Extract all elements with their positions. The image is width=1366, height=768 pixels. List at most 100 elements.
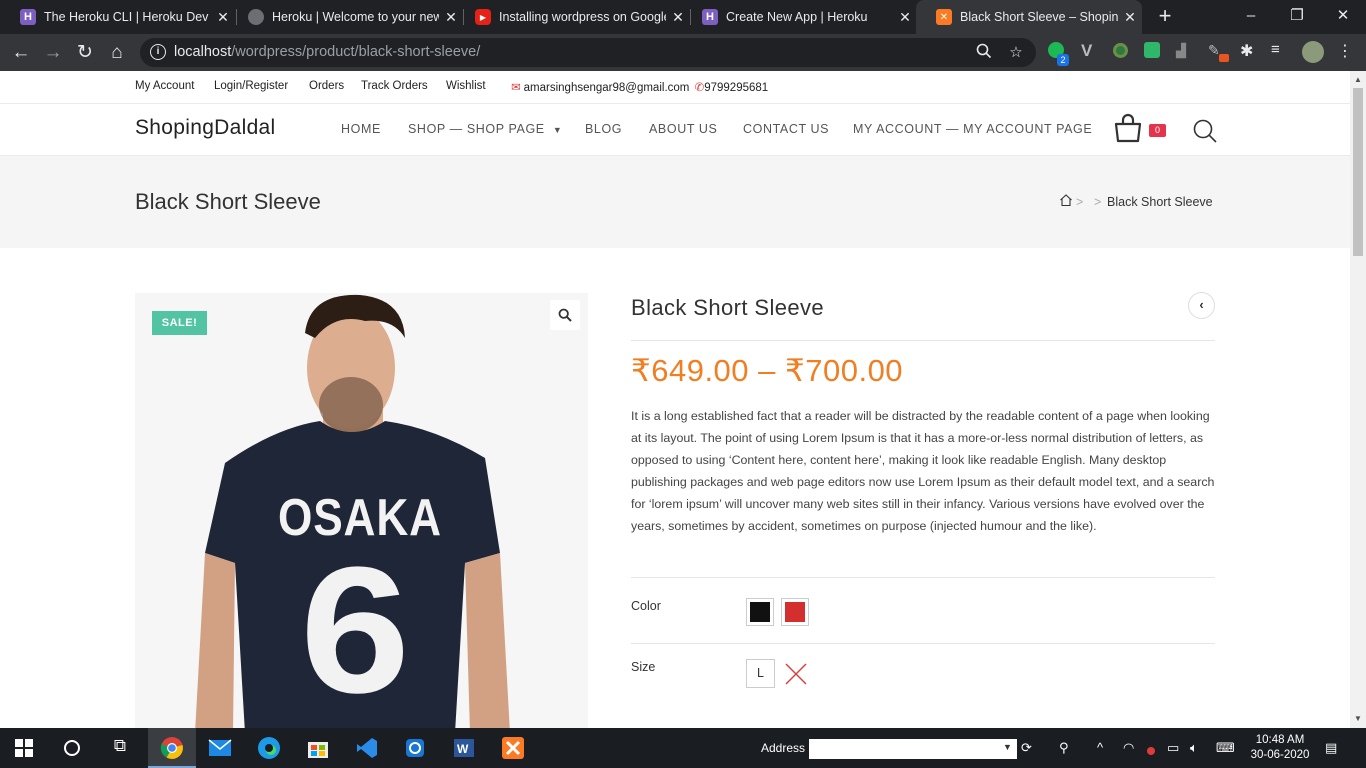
scrollbar-thumb[interactable] <box>1353 88 1363 256</box>
nav-shop[interactable]: SHOP — SHOP PAGE ▼ <box>408 122 562 136</box>
puzzle-extensions-icon[interactable]: ✱ <box>1240 41 1253 61</box>
reload-button[interactable]: ↻ <box>72 40 98 66</box>
chevron-down-icon: ▼ <box>552 125 563 135</box>
tab-title: Black Short Sleeve – ShopingD <box>960 10 1118 24</box>
chevron-down-icon[interactable]: ▼ <box>1003 742 1012 752</box>
vimeo-extension-icon[interactable]: V <box>1081 41 1092 61</box>
store-icon[interactable] <box>306 736 330 760</box>
address-toolbar-input[interactable] <box>809 739 1017 759</box>
mail-icon[interactable] <box>208 736 232 760</box>
product-image[interactable]: OSAKA 6 <box>135 293 588 728</box>
battery-icon[interactable]: ▭ <box>1167 740 1179 756</box>
browser-tab[interactable]: H Create New App | Heroku ✕ <box>682 0 917 34</box>
site-logo[interactable]: ShopingDaldal <box>135 116 276 140</box>
tab-title: The Heroku CLI | Heroku Dev C <box>44 10 211 24</box>
chevron-up-icon[interactable]: ^ <box>1097 740 1103 755</box>
windows-start-icon[interactable] <box>14 736 38 760</box>
url-text: localhost/wordpress/product/black-short-… <box>174 44 480 60</box>
search-icon[interactable] <box>1192 118 1218 144</box>
product-title: Black Short Sleeve <box>631 295 825 320</box>
windows-taskbar: ⧉ W Address ▼ ⟳ ⚲ ^ ◠ ▭ 🔈︎ ⌨ 10:48 AM 30… <box>0 728 1366 768</box>
new-tab-button[interactable]: + <box>1153 4 1177 28</box>
xampp-icon[interactable] <box>501 736 525 760</box>
word-icon[interactable]: W <box>452 736 476 760</box>
chevron-left-icon[interactable]: ‹ <box>1188 292 1215 319</box>
edge-icon[interactable] <box>257 736 281 760</box>
wifi-icon[interactable]: ◠ <box>1123 740 1134 756</box>
nav-about-us[interactable]: ABOUT US <box>649 122 717 136</box>
minimize-button[interactable]: – <box>1228 0 1274 34</box>
clear-selection-icon[interactable] <box>783 661 809 687</box>
nav-contact-us[interactable]: CONTACT US <box>743 122 829 136</box>
browser-tab[interactable]: ▶ Installing wordpress on Google ✕ <box>455 0 690 34</box>
notification-center-icon[interactable]: ▤ <box>1325 740 1337 756</box>
chrome-icon[interactable] <box>160 736 184 760</box>
bookmark-star-icon[interactable]: ☆ <box>1006 43 1026 63</box>
keyboard-icon[interactable]: ⌨ <box>1216 740 1235 756</box>
volume-icon[interactable]: 🔈︎ <box>1190 740 1198 756</box>
browser-tab-active[interactable]: ✕ Black Short Sleeve – ShopingD ✕ <box>916 0 1142 34</box>
maximize-button[interactable]: ❐ <box>1274 0 1320 34</box>
browser-toolbar: ← → ↻ ⌂ i localhost/wordpress/product/bl… <box>0 34 1366 71</box>
extension-icon[interactable] <box>1113 43 1128 58</box>
size-option-l[interactable]: L <box>746 659 775 688</box>
nav-my-account[interactable]: MY ACCOUNT — MY ACCOUNT PAGE <box>853 122 1092 136</box>
close-tab-icon[interactable]: ✕ <box>1118 9 1142 26</box>
color-swatch-black[interactable] <box>746 598 774 626</box>
color-swatch-red[interactable] <box>781 598 809 626</box>
system-clock[interactable]: 10:48 AM 30-06-2020 <box>1248 733 1312 763</box>
web-page: My Account Login/Register Orders Track O… <box>0 71 1350 728</box>
zoom-search-icon[interactable] <box>550 300 580 330</box>
pen-extension-icon[interactable]: ✎ <box>1208 42 1220 59</box>
profile-avatar[interactable] <box>1302 41 1324 63</box>
breadcrumb-separator: > <box>1094 195 1102 209</box>
cart-count-badge: 0 <box>1149 124 1166 137</box>
url-host: localhost <box>174 44 232 60</box>
site-info-icon[interactable]: i <box>150 44 166 60</box>
swatch-fill <box>785 602 805 622</box>
browser-tab[interactable]: H The Heroku CLI | Heroku Dev C ✕ <box>0 0 235 34</box>
divider <box>631 577 1215 578</box>
close-tab-icon[interactable]: ✕ <box>893 9 917 26</box>
shopping-bag-icon[interactable] <box>1113 113 1143 143</box>
scroll-up-arrow[interactable]: ▲ <box>1354 75 1362 84</box>
zoom-search-icon[interactable] <box>974 43 994 63</box>
home-icon[interactable] <box>1059 193 1073 210</box>
address-bar[interactable]: i localhost/wordpress/product/black-shor… <box>140 38 1036 67</box>
browser-tab[interactable]: Heroku | Welcome to your new ✕ <box>228 0 463 34</box>
home-button[interactable]: ⌂ <box>104 40 130 66</box>
chart-extension-icon[interactable]: ▟ <box>1176 43 1186 59</box>
browser-menu-icon[interactable]: ⋮ <box>1337 41 1353 61</box>
wishlist-link[interactable]: Wishlist <box>446 80 486 92</box>
nav-blog[interactable]: BLOG <box>585 122 622 136</box>
extension-badge-dot <box>1219 54 1229 62</box>
close-window-button[interactable]: ✕ <box>1320 0 1366 34</box>
top-bar: My Account Login/Register Orders Track O… <box>0 71 1350 104</box>
task-view-icon[interactable]: ⧉ <box>108 736 132 760</box>
track-orders-link[interactable]: Track Orders <box>361 80 428 92</box>
browser-tab-strip: H The Heroku CLI | Heroku Dev C ✕ Heroku… <box>0 0 1366 34</box>
contact-info: ✉ amarsinghsengar98@gmail.com ✆9799295681 <box>511 80 768 94</box>
vscode-icon[interactable] <box>355 736 379 760</box>
size-label: Size <box>631 660 656 674</box>
page-scrollbar[interactable]: ▲ ▼ <box>1350 71 1366 728</box>
file-manager-icon[interactable] <box>403 736 427 760</box>
my-account-link[interactable]: My Account <box>135 80 194 92</box>
heroku-icon: H <box>20 9 36 25</box>
sale-badge: SALE! <box>152 311 207 335</box>
url-path: /wordpress/product/black-short-sleeve/ <box>231 44 481 60</box>
search-circle-icon[interactable] <box>62 736 86 760</box>
go-arrow-icon[interactable]: ⟳ <box>1021 740 1032 756</box>
media-playlist-icon[interactable]: ≡ <box>1271 41 1280 58</box>
orders-link[interactable]: Orders <box>309 80 344 92</box>
forward-button[interactable]: → <box>40 40 66 66</box>
coupon-extension-icon[interactable] <box>1144 42 1160 58</box>
contact-phone[interactable]: 9799295681 <box>704 82 768 94</box>
nav-home[interactable]: HOME <box>341 122 381 136</box>
back-button[interactable]: ← <box>8 40 34 66</box>
login-register-link[interactable]: Login/Register <box>214 80 288 92</box>
contact-email[interactable]: amarsinghsengar98@gmail.com <box>524 82 690 94</box>
people-icon[interactable]: ⚲ <box>1059 740 1069 756</box>
scroll-down-arrow[interactable]: ▼ <box>1354 714 1362 723</box>
page-title: Black Short Sleeve <box>135 189 321 214</box>
